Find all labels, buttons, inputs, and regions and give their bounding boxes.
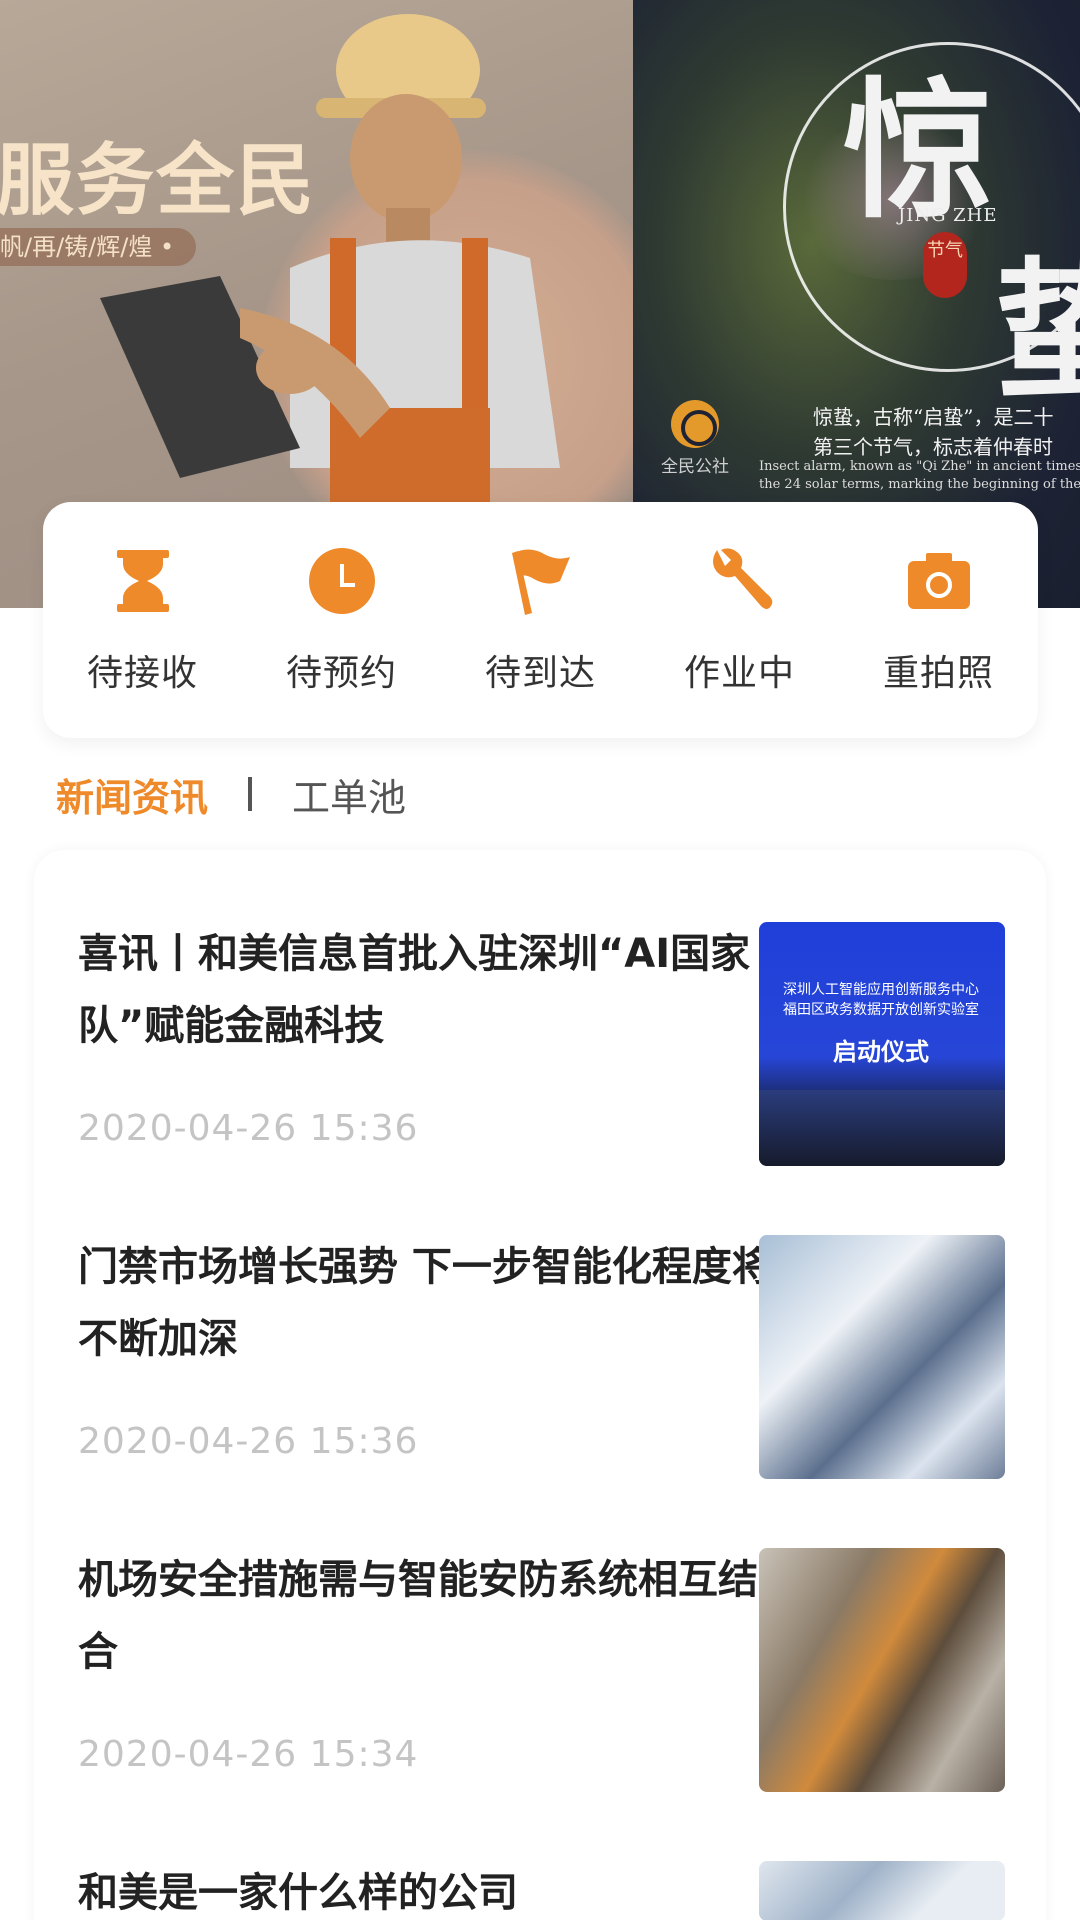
en-desc-line-2: the 24 solar terms, marking the beginnin… [759, 477, 1080, 492]
hourglass-icon [108, 546, 178, 616]
content-tabs: 新闻资讯 工单池 [56, 764, 406, 824]
thumb-caption-line-2: 福田区政务数据开放创新实验室 [783, 1002, 979, 1018]
solar-term-en-desc: Insect alarm, known as "Qi Zhe" in ancie… [759, 458, 1080, 494]
news-item[interactable]: 喜讯丨和美信息首批入驻深圳“AI国家队”赋能金融科技 2020-04-26 15… [34, 918, 1046, 1230]
home-screen: 服务全民 帆/再/铸/辉/煌 • 惊 蛰 JING ZHE 节气 全民公社 惊蛰… [0, 0, 1080, 1920]
news-thumbnail [759, 1861, 1005, 1920]
clock-icon [307, 546, 377, 616]
status-label: 待到达 [484, 653, 596, 694]
news-thumbnail: 深圳人工智能应用创新服务中心 福田区政务数据开放创新实验室 启动仪式 [759, 922, 1005, 1166]
tab-work-orders[interactable]: 工单池 [292, 767, 406, 822]
thumb-caption-line-1: 深圳人工智能应用创新服务中心 [783, 982, 979, 998]
tab-news[interactable]: 新闻资讯 [56, 767, 208, 822]
solar-term-glyph-bottom: 蛰 [993, 243, 1080, 419]
news-item[interactable]: 和美是一家什么样的公司 [34, 1857, 1046, 1920]
camera-icon [904, 546, 974, 616]
wrench-icon [705, 546, 775, 616]
status-label: 待预约 [285, 653, 397, 694]
news-thumbnail [759, 1548, 1005, 1792]
status-in-progress[interactable]: 作业中 [650, 546, 830, 696]
status-label: 待接收 [86, 653, 198, 694]
news-title: 门禁市场增长强势 下一步智能化程度将不断加深 [78, 1244, 772, 1362]
thumb-caption: 深圳人工智能应用创新服务中心 福田区政务数据开放创新实验室 [781, 980, 981, 1020]
news-time: 2020-04-26 15:34 [78, 1734, 419, 1775]
tab-divider [248, 777, 253, 811]
thumb-title: 启动仪式 [833, 1038, 929, 1066]
en-desc-line-1: Insect alarm, known as "Qi Zhe" in ancie… [759, 459, 1080, 474]
news-title: 喜讯丨和美信息首批入驻深圳“AI国家队”赋能金融科技 [78, 931, 751, 1049]
seal-stamp: 节气 [923, 232, 967, 298]
news-item[interactable]: 机场安全措施需与智能安防系统相互结合 2020-04-26 15:34 [34, 1544, 1046, 1856]
order-status-card: 待接收 待预约 待到达 作业中 重拍照 [43, 502, 1038, 738]
solar-term-en-title: JING ZHE [898, 205, 998, 226]
brand-logo-text: 全民公社 [661, 457, 729, 477]
brand-logo-icon [671, 400, 719, 448]
status-label: 作业中 [683, 653, 795, 694]
news-time: 2020-04-26 15:36 [78, 1421, 419, 1462]
news-title: 和美是一家什么样的公司 [78, 1870, 518, 1916]
news-item[interactable]: 门禁市场增长强势 下一步智能化程度将不断加深 2020-04-26 15:36 [34, 1231, 1046, 1543]
news-title: 机场安全措施需与智能安防系统相互结合 [78, 1557, 758, 1675]
status-pending-appointment[interactable]: 待预约 [252, 546, 432, 696]
status-label: 重拍照 [882, 653, 994, 694]
flag-icon [506, 546, 576, 616]
news-time: 2020-04-26 15:36 [78, 1108, 419, 1149]
status-pending-receive[interactable]: 待接收 [53, 546, 233, 696]
thumb-stage [759, 1090, 1005, 1166]
status-retake-photo[interactable]: 重拍照 [849, 546, 1029, 696]
cn-desc-line-1: 惊蛰，古称“启蛰”，是二十 [813, 405, 1054, 429]
status-pending-arrival[interactable]: 待到达 [451, 546, 631, 696]
news-list: 喜讯丨和美信息首批入驻深圳“AI国家队”赋能金融科技 2020-04-26 15… [34, 850, 1046, 1920]
solar-term-cn-desc: 惊蛰，古称“启蛰”，是二十 第三个节气，标志着仲春时 [813, 402, 1053, 462]
news-thumbnail [759, 1235, 1005, 1479]
